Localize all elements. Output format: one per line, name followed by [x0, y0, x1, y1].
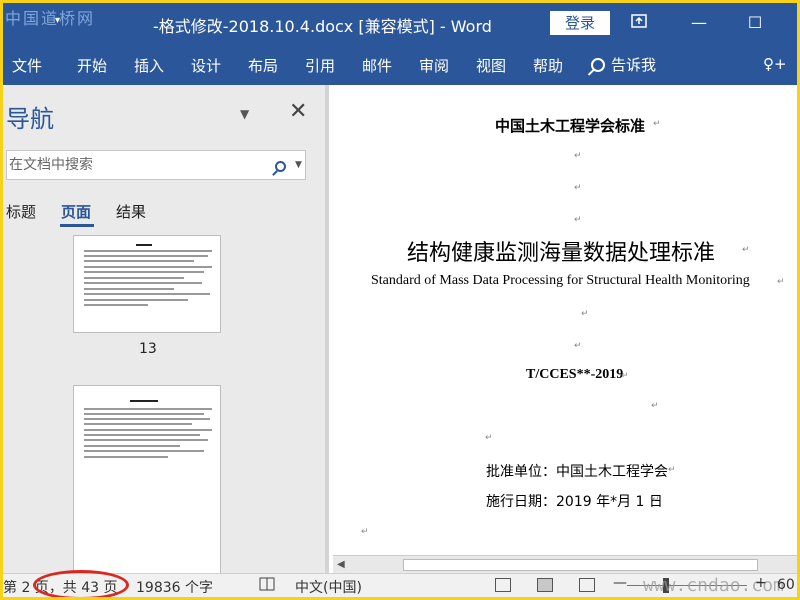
- paragraph-mark-icon: ↵: [574, 341, 582, 351]
- standard-code: T/CCES**-2019: [526, 367, 624, 382]
- paragraph-mark-icon: ↵: [361, 527, 369, 537]
- nav-tab-pages[interactable]: 页面: [61, 201, 91, 222]
- paragraph-mark-icon: ↵: [621, 371, 629, 381]
- ribbon-tabs: 文件 开始 插入 设计 布局 引用 邮件 审阅 视图 帮助 告诉我 ♀+: [3, 43, 797, 85]
- tab-mailings[interactable]: 邮件: [362, 55, 392, 76]
- paragraph-mark-icon: ↵: [574, 151, 582, 161]
- active-tab-indicator: [60, 224, 94, 227]
- lightbulb-search-icon: [591, 58, 605, 72]
- focus-mode-icon[interactable]: [259, 577, 275, 595]
- word-count[interactable]: 19836 个字: [136, 577, 213, 597]
- ribbon-display-options-icon[interactable]: [627, 11, 651, 35]
- web-layout-icon[interactable]: [579, 578, 595, 592]
- paragraph-mark-icon: ↵: [653, 119, 661, 129]
- page-thumbnail[interactable]: [73, 385, 221, 573]
- nav-close-icon[interactable]: ✕: [289, 99, 307, 124]
- document-title: -格式修改-2018.10.4.docx [兼容模式] - Word: [153, 17, 492, 36]
- paragraph-mark-icon: ↵: [652, 495, 660, 505]
- tab-view[interactable]: 视图: [476, 55, 506, 76]
- tab-layout[interactable]: 布局: [248, 55, 278, 76]
- scrollbar-thumb[interactable]: [403, 559, 758, 571]
- language-indicator[interactable]: 中文(中国): [295, 577, 362, 597]
- minimize-button[interactable]: —: [687, 11, 711, 35]
- standard-header: 中国土木工程学会标准: [495, 117, 646, 135]
- paragraph-mark-icon: ↵: [485, 433, 493, 443]
- paragraph-mark-icon: ↵: [574, 183, 582, 193]
- tab-home[interactable]: 开始: [77, 55, 107, 76]
- scroll-left-icon[interactable]: ◀: [337, 559, 345, 570]
- nav-tab-headings[interactable]: 标题: [6, 201, 36, 222]
- document-title-cn: 结构健康监测海量数据处理标准: [407, 241, 716, 266]
- navigation-pane: 导航 ▼ ✕ ▼ 标题 页面 结果 13: [3, 85, 325, 573]
- nav-search-box: ▼: [6, 150, 306, 180]
- paragraph-mark-icon: ↵: [581, 309, 589, 319]
- paragraph-mark-icon: ↵: [574, 215, 582, 225]
- share-icon[interactable]: ♀+: [763, 55, 787, 73]
- tell-me-search[interactable]: 告诉我: [591, 54, 656, 75]
- read-mode-icon[interactable]: [495, 578, 511, 592]
- title-bar: 中国道桥网 ▾ -格式修改-2018.10.4.docx [兼容模式] - Wo…: [3, 3, 797, 43]
- nav-options-dropdown-icon[interactable]: ▼: [240, 107, 249, 121]
- horizontal-scrollbar[interactable]: ◀: [333, 555, 797, 573]
- tell-me-label: 告诉我: [611, 56, 657, 74]
- document-canvas[interactable]: 中国土木工程学会标准 ↵ ↵ ↵ ↵ 结构健康监测海量数据处理标准 ↵ Stan…: [325, 85, 797, 573]
- tab-design[interactable]: 设计: [191, 55, 221, 76]
- zoom-in-button[interactable]: +: [755, 575, 767, 591]
- tab-references[interactable]: 引用: [305, 55, 335, 76]
- annotation-ellipse: [33, 570, 129, 597]
- nav-pane-title: 导航: [6, 105, 54, 133]
- page-thumbnail-number: 13: [139, 341, 157, 357]
- page-thumbnail[interactable]: [73, 235, 221, 333]
- zoom-level[interactable]: 60: [777, 577, 795, 593]
- document-title-en: Standard of Mass Data Processing for Str…: [371, 273, 750, 288]
- zoom-out-button[interactable]: —: [613, 575, 627, 591]
- paragraph-mark-icon: ↵: [777, 277, 785, 287]
- paragraph-mark-icon: ↵: [651, 401, 659, 411]
- word-window: 中国道桥网 ▾ -格式修改-2018.10.4.docx [兼容模式] - Wo…: [3, 3, 797, 597]
- nav-search-input[interactable]: [7, 151, 267, 179]
- paragraph-mark-icon: ↵: [742, 245, 750, 255]
- quick-access-customize-icon[interactable]: ▾: [55, 15, 60, 26]
- watermark-logo: 中国道桥网: [5, 9, 96, 28]
- tab-review[interactable]: 审阅: [419, 55, 449, 76]
- search-options-chevron-icon[interactable]: ▼: [295, 160, 302, 170]
- tab-help[interactable]: 帮助: [533, 55, 563, 76]
- approval-unit: 批准单位：中国土木工程学会: [486, 464, 668, 480]
- paragraph-mark-icon: ↵: [668, 465, 676, 475]
- tab-insert[interactable]: 插入: [134, 55, 164, 76]
- search-icon[interactable]: [275, 157, 286, 176]
- tab-file[interactable]: 文件: [12, 55, 42, 76]
- effective-date: 施行日期：2019 年*月 1 日: [486, 494, 663, 510]
- maximize-button[interactable]: ☐: [743, 11, 767, 35]
- print-layout-icon[interactable]: [537, 578, 553, 592]
- login-button[interactable]: 登录: [550, 11, 610, 35]
- status-bar: 第 2 页，共 43 页 19836 个字 中文(中国) — www.cndao…: [3, 570, 797, 597]
- nav-tab-results[interactable]: 结果: [116, 201, 146, 222]
